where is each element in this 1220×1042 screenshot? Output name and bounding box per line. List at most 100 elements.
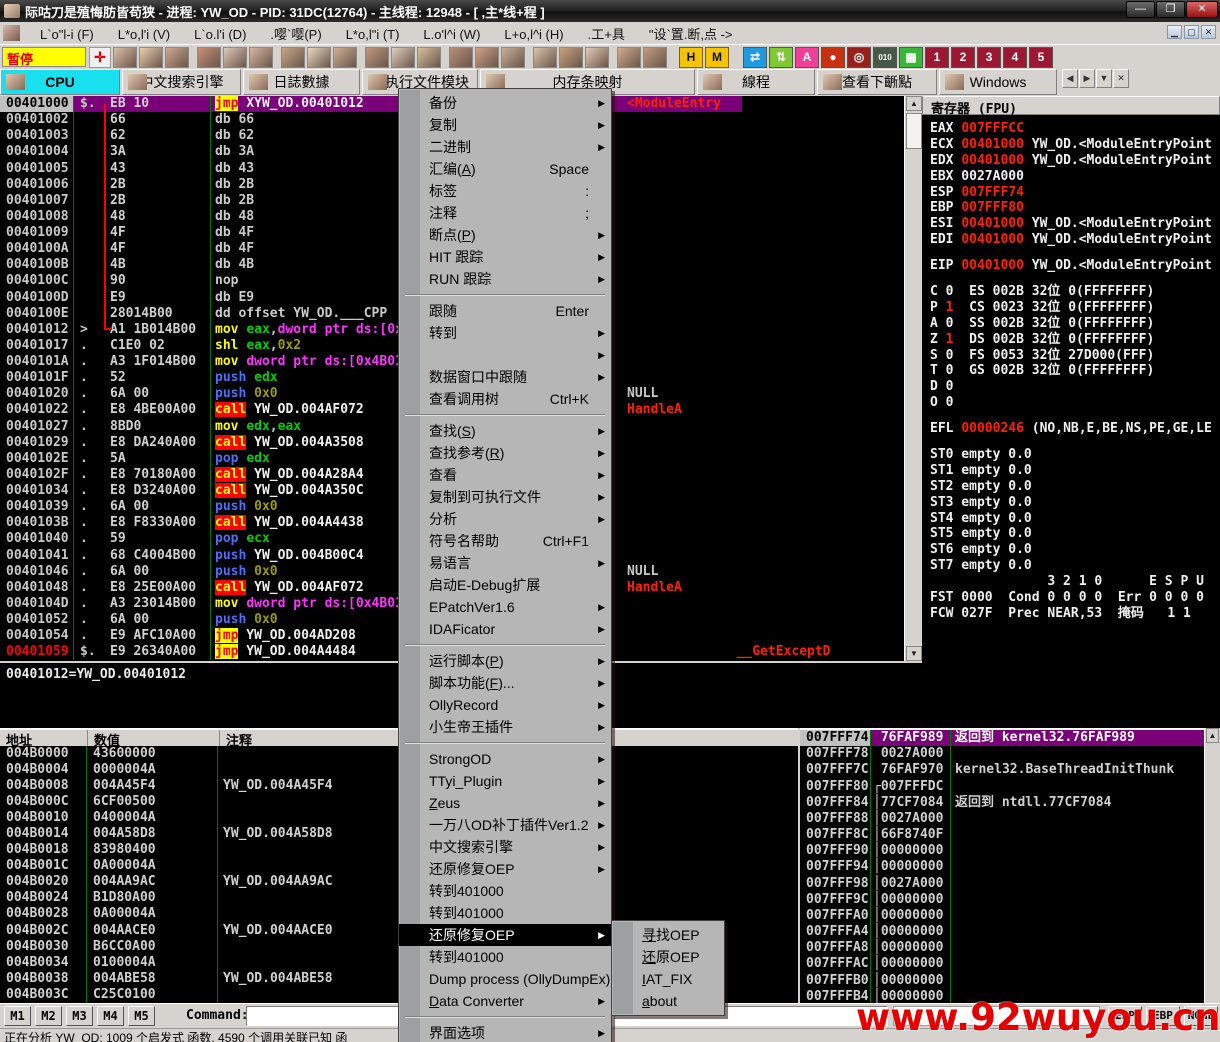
mdi-close-button[interactable]: ✕ xyxy=(1201,25,1216,39)
toolbar-glyph-button-3[interactable]: ● xyxy=(821,47,845,68)
context-menu-item-备份[interactable]: 备份▶ xyxy=(399,92,611,114)
context-menu-item-小生帝王插件[interactable]: 小生帝王插件▶ xyxy=(399,716,611,738)
submenu-item-about[interactable]: about xyxy=(612,990,724,1012)
tab-日誌數據[interactable]: 日誌數據 xyxy=(243,69,360,95)
picture-toolbar-button[interactable] xyxy=(113,47,137,68)
picture-toolbar-button[interactable] xyxy=(333,47,357,68)
picture-toolbar-button[interactable] xyxy=(617,47,641,68)
tab-中文搜索引擎[interactable]: 中文搜索引擎 xyxy=(122,69,241,95)
register-line[interactable]: C 0 ES 002B 32位 0(FFFFFFFF) xyxy=(930,284,1220,300)
stack-row[interactable]: 007FFFA0│00000000 xyxy=(800,908,1204,924)
scroll-down-icon[interactable]: ▼ xyxy=(906,646,922,661)
register-line[interactable]: EBX 0027A000 xyxy=(930,169,1220,185)
context-menu-item-Data Converter[interactable]: Data Converter▶ xyxy=(399,990,611,1012)
register-line[interactable]: EAX 007FFFCC xyxy=(930,121,1220,137)
context-menu-item-Zeus[interactable]: Zeus▶ xyxy=(399,792,611,814)
register-line[interactable]: EBP 007FFF80 xyxy=(930,200,1220,216)
context-menu-item-汇编(A)[interactable]: 汇编(A)Space xyxy=(399,158,611,180)
register-line[interactable]: S 0 FS 0053 32位 27D000(FFF) xyxy=(930,348,1220,364)
register-line[interactable]: D 0 xyxy=(930,379,1220,395)
context-menu-item-查找(S)[interactable]: 查找(S)▶ xyxy=(399,420,611,442)
stack-row[interactable]: 007FFFAC│00000000 xyxy=(800,956,1204,972)
tab-CPU[interactable]: CPU xyxy=(0,69,120,95)
stack-row[interactable]: 007FFF84│77CF7084返回到 ntdll.77CF7084 xyxy=(800,795,1204,811)
register-line[interactable]: EDX 00401000 YW_OD.<ModuleEntryPoint xyxy=(930,153,1220,169)
register-line[interactable]: Z 1 DS 002B 32位 0(FFFFFFFF) xyxy=(930,332,1220,348)
register-line[interactable]: 3 2 1 0 E S P U xyxy=(930,574,1220,590)
crosshair-button[interactable]: ✛ xyxy=(89,47,111,68)
toolbar-glyph-button-11[interactable]: 5 xyxy=(1029,47,1053,68)
register-line[interactable]: ST6 empty 0.0 xyxy=(930,542,1220,558)
toolbar-glyph-button-0[interactable]: ⇄ xyxy=(743,47,767,68)
picture-toolbar-button[interactable] xyxy=(365,47,389,68)
register-line[interactable]: ESP 007FFF74 xyxy=(930,185,1220,201)
context-menu-item-断点(P)[interactable]: 断点(P)▶ xyxy=(399,224,611,246)
context-menu-item-符号名帮助[interactable]: 符号名帮助Ctrl+F1 xyxy=(399,530,611,552)
toolbar-glyph-button-6[interactable]: ▦ xyxy=(899,47,923,68)
stack-row[interactable]: 007FFF88│0027A000 xyxy=(800,811,1204,827)
context-menu-item-复制到可执行文件[interactable]: 复制到可执行文件▶ xyxy=(399,486,611,508)
context-menu-item-转到401000[interactable]: 转到401000 xyxy=(399,946,611,968)
tab-查看下齭點[interactable]: 查看下齭點 xyxy=(817,69,937,95)
register-line[interactable]: ST7 empty 0.0 xyxy=(930,558,1220,574)
context-menu-item-blank[interactable]: ▶ xyxy=(399,344,611,366)
menubar-item-7[interactable]: .工+具 xyxy=(576,25,637,44)
stack-row[interactable]: 007FFFB0│00000000 xyxy=(800,973,1204,989)
picture-toolbar-button[interactable] xyxy=(643,47,667,68)
tab-next-icon[interactable]: ▶ xyxy=(1079,69,1095,88)
stack-row[interactable]: 007FFF7C 76FAF970kernel32.BaseThreadInit… xyxy=(800,762,1204,778)
context-menu-item-数据窗口中跟随[interactable]: 数据窗口中跟随▶ xyxy=(399,366,611,388)
picture-toolbar-button[interactable] xyxy=(249,47,273,68)
context-menu-item-EPatchVer1.6[interactable]: EPatchVer1.6▶ xyxy=(399,596,611,618)
tab-close-icon[interactable]: ✕ xyxy=(1113,69,1129,88)
picture-toolbar-button[interactable] xyxy=(533,47,557,68)
context-menu-item-还原修复OEP[interactable]: 还原修复OEP▶ xyxy=(399,924,611,946)
scroll-up-icon[interactable]: ▲ xyxy=(906,96,922,111)
picture-toolbar-button[interactable] xyxy=(559,47,583,68)
submenu-item-还原OEP[interactable]: 还原OEP xyxy=(612,946,724,968)
picture-toolbar-button[interactable] xyxy=(391,47,415,68)
stack-scrollbar[interactable]: ▲ xyxy=(1204,728,1220,1003)
stack-row[interactable]: 007FFFA8│00000000 xyxy=(800,940,1204,956)
submenu-item-寻找OEP[interactable]: 寻找OEP xyxy=(612,924,724,946)
context-menu-item-复制[interactable]: 复制▶ xyxy=(399,114,611,136)
register-line[interactable]: ST0 empty 0.0 xyxy=(930,447,1220,463)
context-menu-item-HIT 跟踪[interactable]: HIT 跟踪▶ xyxy=(399,246,611,268)
context-menu-item-查看[interactable]: 查看▶ xyxy=(399,464,611,486)
context-menu-item-运行脚本(P)[interactable]: 运行脚本(P)▶ xyxy=(399,650,611,672)
context-menu-item-启动E-Debug扩展[interactable]: 启动E-Debug扩展 xyxy=(399,574,611,596)
menubar-item-5[interactable]: L.o'l^i (W) xyxy=(411,25,492,44)
tab-Windows[interactable]: Windows xyxy=(939,69,1057,95)
scroll-thumb[interactable] xyxy=(906,113,922,149)
memory-view-button-M5[interactable]: M5 xyxy=(128,1006,155,1026)
register-line[interactable]: ESI 00401000 YW_OD.<ModuleEntryPoint xyxy=(930,216,1220,232)
menubar-item-0[interactable]: L`o"l-i (F) xyxy=(28,25,106,44)
register-line[interactable]: T 0 GS 002B 32位 0(FFFFFFFF) xyxy=(930,363,1220,379)
stack-panel[interactable]: 007FFF74 76FAF989返回到 kernel32.76FAF98900… xyxy=(800,728,1204,1003)
context-menu-item-TTyi_Plugin[interactable]: TTyi_Plugin▶ xyxy=(399,770,611,792)
register-line[interactable]: ST1 empty 0.0 xyxy=(930,463,1220,479)
context-menu-item-Dump process (OllyDumpEx)[interactable]: Dump process (OllyDumpEx) xyxy=(399,968,611,990)
mdi-restore-button[interactable]: ▢ xyxy=(1184,25,1199,39)
register-line[interactable]: ST3 empty 0.0 xyxy=(930,495,1220,511)
context-menu-item-注释[interactable]: 注释; xyxy=(399,202,611,224)
context-menu-item-二进制[interactable]: 二进制▶ xyxy=(399,136,611,158)
context-menu-item-OllyRecord[interactable]: OllyRecord▶ xyxy=(399,694,611,716)
context-menu-item-查看调用树[interactable]: 查看调用树Ctrl+K xyxy=(399,388,611,410)
toolbar-glyph-button-7[interactable]: 1 xyxy=(925,47,949,68)
menubar-item-8[interactable]: "设`置.断,点 -> xyxy=(637,25,745,44)
picture-toolbar-button[interactable] xyxy=(223,47,247,68)
picture-toolbar-button[interactable] xyxy=(281,47,305,68)
toolbar-button-H[interactable]: H xyxy=(679,47,703,68)
menubar-item-4[interactable]: L*o,l"i (T) xyxy=(334,25,412,44)
stack-row[interactable]: 007FFF90│00000000 xyxy=(800,843,1204,859)
picture-toolbar-button[interactable] xyxy=(501,47,525,68)
minimize-button[interactable]: — xyxy=(1126,1,1155,18)
context-menu-item-界面选项[interactable]: 界面选项▶ xyxy=(399,1022,611,1042)
toolbar-glyph-button-8[interactable]: 2 xyxy=(951,47,975,68)
picture-toolbar-button[interactable] xyxy=(585,47,609,68)
register-line[interactable]: FCW 027F Prec NEAR,53 掩码 1 1 xyxy=(930,606,1220,622)
picture-toolbar-button[interactable] xyxy=(475,47,499,68)
register-line[interactable]: ST5 empty 0.0 xyxy=(930,526,1220,542)
close-button[interactable]: ✕ xyxy=(1186,1,1218,18)
